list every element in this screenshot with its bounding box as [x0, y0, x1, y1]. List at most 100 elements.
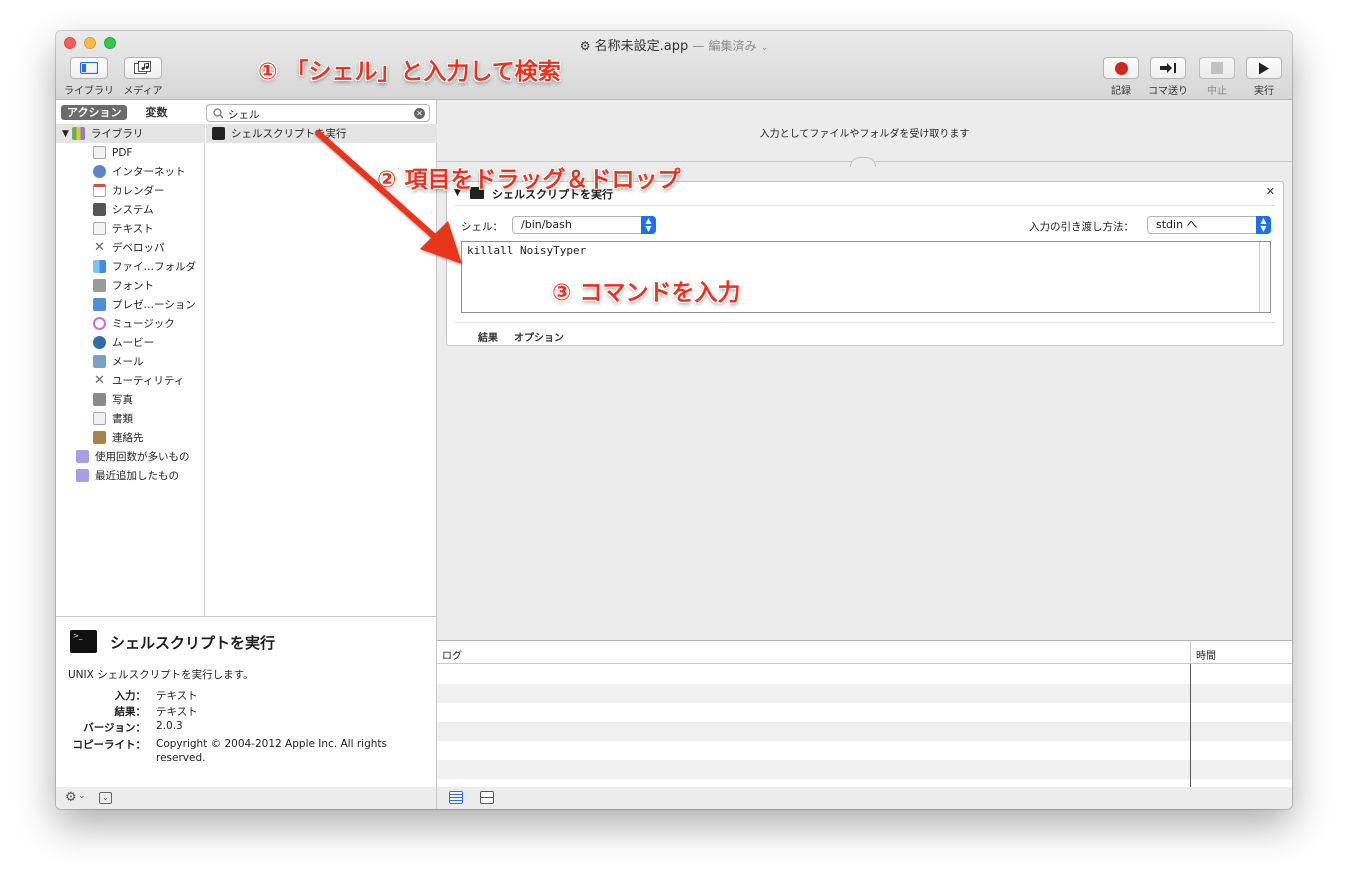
category-library[interactable]: ▼ ライブラリ [56, 124, 205, 143]
category-utilities[interactable]: ✕ ユーティリティ [93, 371, 184, 390]
utility-icon: ✕ [94, 373, 105, 388]
category-files-folders[interactable]: ファイ…フォルダ [93, 257, 196, 276]
library-button-label: ライブラリ [64, 86, 114, 97]
result-label: シェルスクリプトを実行 [231, 128, 347, 140]
category-recently-added[interactable]: 最近追加したもの [76, 466, 179, 485]
log-column-header[interactable]: ログ [442, 647, 462, 662]
document-icon [93, 412, 106, 425]
play-icon [1259, 62, 1269, 74]
category-text[interactable]: テキスト [93, 219, 154, 238]
music-icon [93, 317, 106, 330]
tab-variables[interactable]: 変数 [139, 105, 173, 120]
category-contacts[interactable]: 連絡先 [93, 428, 144, 447]
clear-search-icon[interactable]: ✕ [414, 108, 425, 119]
window-title-separator: — [692, 39, 705, 53]
popup-arrows-icon: ▲ ▼ [641, 216, 656, 234]
script-document-icon: ⚙ [579, 39, 591, 53]
chevron-down-icon[interactable]: ⌄ [78, 791, 86, 801]
annotation-step3: ③ コマンドを入力 [552, 280, 741, 306]
category-documents[interactable]: 書類 [93, 409, 133, 428]
input-key: 入力： [114, 690, 147, 702]
copyright-value: Copyright © 2004-2012 Apple Inc. All rig… [156, 738, 387, 764]
pass-input-popup[interactable]: stdin へ ▲ ▼ [1147, 216, 1271, 234]
category-label: 最近追加したもの [95, 470, 179, 482]
smart-folder-icon [76, 469, 89, 482]
step-icon [1160, 63, 1176, 73]
run-button[interactable] [1246, 57, 1282, 79]
category-label: ファイ…フォルダ [112, 261, 196, 273]
category-label: PDF [112, 146, 133, 159]
log-table: ログ 時間 [437, 640, 1292, 788]
remove-action-icon[interactable]: ✕ [1266, 185, 1275, 198]
stop-button[interactable] [1199, 57, 1235, 79]
shell-popup[interactable]: /bin/bash ▲ ▼ [512, 216, 656, 234]
gear-icon[interactable]: ⚙ [65, 790, 77, 805]
search-input[interactable]: シェル [228, 107, 260, 122]
step-button[interactable] [1150, 57, 1186, 79]
library-search-field[interactable]: シェル ✕ [206, 104, 430, 122]
log-header: ログ 時間 [437, 641, 1292, 664]
record-button[interactable] [1103, 57, 1139, 79]
category-fonts[interactable]: フォント [93, 276, 154, 295]
description-title: シェルスクリプトを実行 [110, 634, 276, 652]
category-system[interactable]: システム [93, 200, 154, 219]
tab-actions[interactable]: アクション [61, 105, 128, 120]
flow-view-icon[interactable] [480, 791, 494, 804]
search-icon [213, 108, 224, 119]
tab-options[interactable]: オプション [514, 329, 564, 344]
category-label: ライブラリ [90, 128, 144, 140]
category-music[interactable]: ミュージック [93, 314, 175, 333]
log-row [437, 741, 1292, 760]
category-label: 書類 [112, 413, 133, 425]
category-developer[interactable]: ✕ デベロッパ [93, 238, 165, 257]
globe-icon [93, 165, 106, 178]
smart-folder-icon [76, 450, 89, 463]
movie-icon [93, 336, 106, 349]
connector-notch [850, 157, 876, 167]
category-photos[interactable]: 写真 [93, 390, 133, 409]
media-button-label: メディア [123, 86, 163, 97]
disclosure-triangle-icon[interactable]: ▼ [62, 129, 69, 139]
category-label: プレゼ…ーション [112, 299, 196, 311]
annotation-step1: ① 「シェル」と入力して検索 [258, 59, 561, 85]
category-label: メール [112, 356, 144, 368]
category-label: ムービー [112, 337, 154, 349]
result-run-shell-script[interactable]: シェルスクリプトを実行 [206, 124, 437, 143]
window-title: ⚙ 名称未設定.app — 編集済み ⌄ [56, 35, 1292, 54]
chevron-down-icon[interactable]: ⌄ [761, 43, 769, 53]
workflow-header: 入力としてファイルやフォルダを受け取ります [437, 100, 1292, 167]
category-movies[interactable]: ムービー [93, 333, 154, 352]
workflow-input-text: 入力としてファイルやフォルダを受け取ります [759, 129, 970, 140]
stop-icon [1211, 62, 1223, 74]
time-column-header[interactable]: 時間 [1196, 647, 1216, 662]
category-mail[interactable]: メール [93, 352, 144, 371]
list-view-icon[interactable] [449, 791, 463, 804]
library-button[interactable] [70, 57, 108, 79]
media-icon [134, 61, 151, 74]
result-key: 結果： [114, 706, 147, 718]
action-footer-separator [455, 322, 1275, 323]
tab-results[interactable]: 結果 [478, 329, 498, 344]
presentation-icon [93, 298, 106, 311]
copyright-key: コピーライト： [72, 739, 147, 751]
text-icon [93, 222, 106, 235]
script-scrollbar[interactable] [1259, 242, 1270, 312]
category-label: カレンダー [112, 185, 165, 197]
category-label: デベロッパ [112, 242, 165, 254]
font-icon [93, 279, 106, 292]
column-divider [1190, 664, 1191, 788]
version-value: 2.0.3 [156, 720, 183, 732]
category-presentations[interactable]: プレゼ…ーション [93, 295, 196, 314]
action-run-shell-script[interactable]: ▼ シェルスクリプトを実行 ✕ シェル： /bin/bash ▲ ▼ 入力の引き渡… [446, 181, 1284, 346]
popup-arrows-icon: ▲ ▼ [1256, 216, 1271, 234]
sidebar-icon [80, 62, 98, 74]
script-text[interactable]: killall NoisyTyper [467, 244, 586, 257]
media-button[interactable] [124, 57, 162, 79]
category-most-used[interactable]: 使用回数が多いもの [76, 447, 190, 466]
category-label: ミュージック [112, 318, 175, 330]
category-calendar[interactable]: カレンダー [93, 181, 165, 200]
category-label: 連絡先 [112, 432, 144, 444]
category-internet[interactable]: インターネット [93, 162, 186, 181]
description-toggle-icon[interactable]: ⌄ [99, 792, 112, 804]
category-pdf[interactable]: PDF [93, 143, 132, 162]
